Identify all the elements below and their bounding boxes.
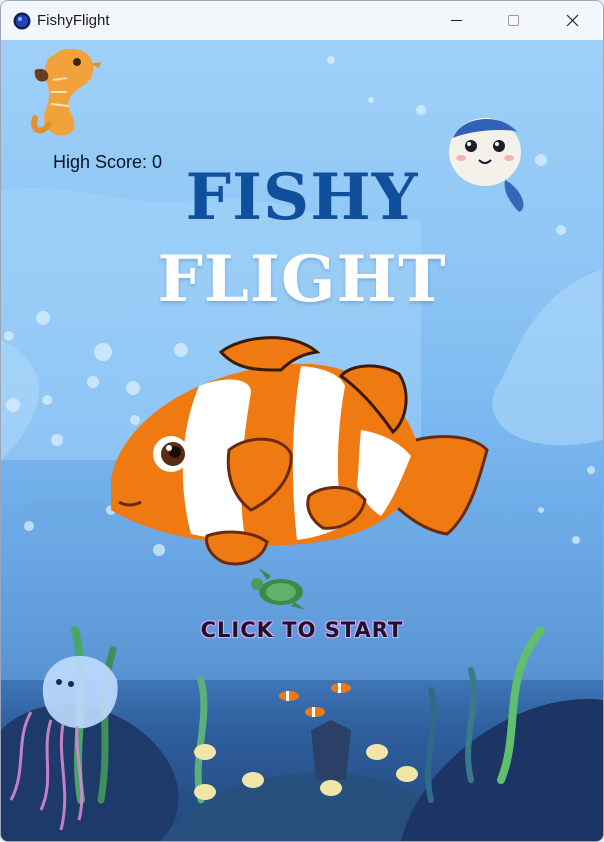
title-bar[interactable]: FishyFlight xyxy=(1,1,603,40)
window-title: FishyFlight xyxy=(37,12,110,29)
maximize-button[interactable] xyxy=(491,1,537,40)
minimize-button[interactable] xyxy=(433,1,479,40)
game-title-line-2: FLIGHT xyxy=(157,242,447,317)
close-button[interactable] xyxy=(549,1,595,40)
maximize-icon xyxy=(508,15,519,26)
close-icon xyxy=(566,14,579,27)
seahorse-sprite xyxy=(31,48,101,136)
app-icon xyxy=(13,12,31,30)
minimize-icon xyxy=(451,20,462,21)
app-window: FishyFlight High Score: 0 FISHY FLIGHT C… xyxy=(0,0,604,842)
click-to-start-prompt[interactable]: CLICK TO START xyxy=(1,618,603,642)
game-title-line-1: FISHY xyxy=(185,160,419,235)
game-canvas[interactable]: High Score: 0 FISHY FLIGHT CLICK TO STAR… xyxy=(1,40,603,841)
